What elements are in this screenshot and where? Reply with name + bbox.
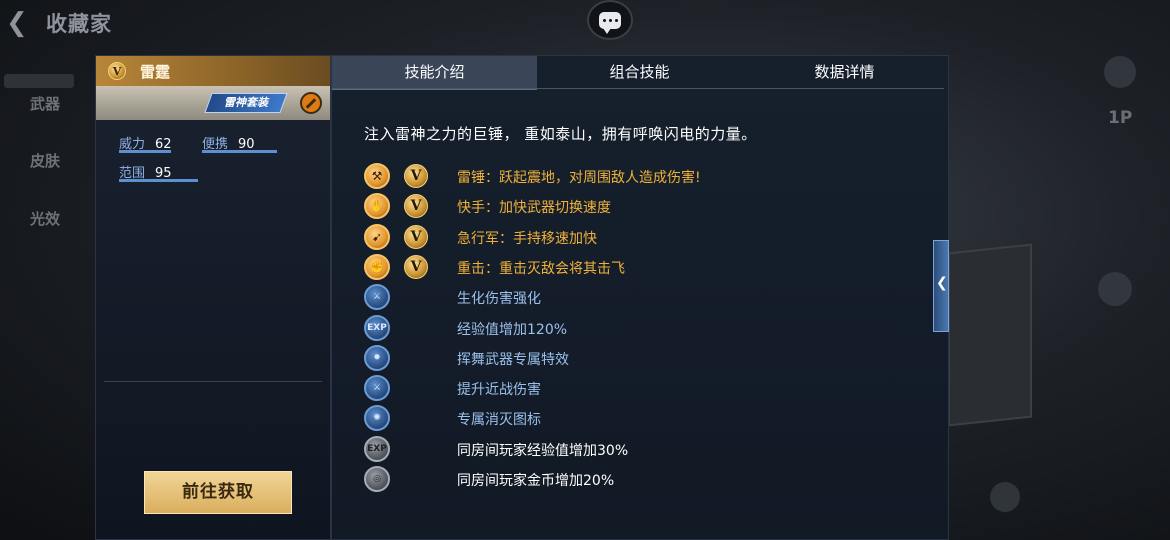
skill-row: ✋ V 快手：加快武器切换速度 bbox=[364, 193, 924, 220]
chevron-left-icon[interactable]: ❮ bbox=[6, 8, 28, 38]
skill-text: 急行军：手持移速加快 bbox=[457, 230, 597, 247]
skill-text: 同房间玩家经验值增加30% bbox=[457, 442, 629, 459]
bio-damage-icon: ⚔ bbox=[364, 284, 390, 311]
item-description: 注入雷神之力的巨锤， 重如泰山，拥有呼唤闪电的力量。 bbox=[364, 125, 757, 143]
stat-power: 威力 62 bbox=[119, 137, 172, 153]
running-icon: ➹ bbox=[364, 223, 390, 250]
room-exp-icon: EXP bbox=[364, 435, 390, 462]
divider bbox=[104, 381, 322, 382]
player-indicator: 1P bbox=[1108, 108, 1133, 128]
page-title: 收藏家 bbox=[46, 12, 112, 36]
vip-badge-icon: V bbox=[108, 62, 126, 80]
tab-skill-intro[interactable]: 技能介绍 bbox=[332, 56, 537, 90]
skill-row: EXP 经验值增加120% bbox=[364, 314, 924, 341]
tab-underline bbox=[332, 88, 944, 89]
skill-text: 经验值增加120% bbox=[457, 321, 568, 338]
kill-icon-icon: ✺ bbox=[364, 405, 390, 432]
skill-text: 重击：重击灭敌会将其击飞 bbox=[457, 260, 625, 277]
vip-badge-icon: V bbox=[404, 254, 428, 279]
item-panel: V 雷霆 雷神套装 威力 62 便携 90 范围 95 前往获取 bbox=[95, 55, 331, 540]
chevron-left-icon: ❮ bbox=[936, 275, 948, 291]
skill-row: ✊ V 重击：重击灭敌会将其击飞 bbox=[364, 253, 924, 280]
background-crate bbox=[948, 243, 1032, 427]
skill-text: 快手：加快武器切换速度 bbox=[457, 200, 611, 217]
stat-range: 范围 95 bbox=[119, 162, 198, 182]
tab-combo-skills[interactable]: 组合技能 bbox=[537, 56, 742, 88]
melee-damage-icon: ⚔ bbox=[364, 375, 390, 402]
skill-row: ⚔ 生化伤害强化 bbox=[364, 284, 924, 311]
skill-row: ➹ V 急行军：手持移速加快 bbox=[364, 223, 924, 250]
rifle-icon bbox=[4, 74, 74, 88]
quick-hand-icon: ✋ bbox=[364, 193, 390, 220]
skill-panel: 技能介绍 组合技能 数据详情 注入雷神之力的巨锤， 重如泰山，拥有呼唤闪电的力量… bbox=[331, 55, 949, 540]
skill-row: EXP 同房间玩家经验值增加30% bbox=[364, 435, 924, 462]
vip-badge-icon: V bbox=[404, 194, 428, 219]
set-tag: 雷神套装 bbox=[204, 93, 288, 113]
heavy-strike-icon: ✊ bbox=[364, 253, 390, 280]
skill-text: 提升近战伤害 bbox=[457, 382, 541, 399]
skill-row: ✸ 挥舞武器专属特效 bbox=[364, 344, 924, 371]
vip-badge-icon: V bbox=[404, 224, 428, 249]
skill-text: 生化伤害强化 bbox=[457, 291, 541, 308]
side-menu-skins[interactable]: 皮肤 bbox=[30, 150, 60, 171]
item-set-banner: 雷神套装 bbox=[96, 86, 330, 120]
stat-portability: 便携 90 bbox=[202, 133, 277, 153]
vip-badge-icon: V bbox=[404, 164, 428, 188]
skill-text: 同房间玩家金币增加20% bbox=[457, 473, 615, 489]
item-header: V 雷霆 bbox=[96, 56, 330, 86]
tab-bar: 技能介绍 组合技能 数据详情 bbox=[332, 56, 948, 90]
settings-icon[interactable] bbox=[1104, 56, 1136, 88]
get-item-button[interactable]: 前往获取 bbox=[144, 471, 292, 514]
exp-icon: EXP bbox=[364, 314, 390, 341]
skill-row: ⚒ V 雷锤：跃起震地，对周围敌人造成伤害! bbox=[364, 163, 924, 189]
side-menu-effects[interactable]: 光效 bbox=[30, 208, 60, 229]
room-coin-icon: ◎ bbox=[364, 466, 390, 492]
skill-text: 挥舞武器专属特效 bbox=[457, 351, 569, 368]
swap-icon[interactable] bbox=[990, 482, 1020, 512]
chat-button[interactable] bbox=[587, 0, 633, 40]
skill-text: 雷锤：跃起震地，对周围敌人造成伤害! bbox=[457, 170, 701, 186]
collapse-panel-button[interactable]: ❮ bbox=[933, 240, 949, 332]
hammer-icon: ⚒ bbox=[364, 163, 390, 189]
attack-icon[interactable] bbox=[1098, 272, 1132, 306]
swing-effect-icon: ✸ bbox=[364, 344, 390, 371]
tab-data-details[interactable]: 数据详情 bbox=[742, 56, 947, 88]
skill-row: ✺ 专属消灭图标 bbox=[364, 405, 924, 432]
side-menu-weapons[interactable]: 武器 bbox=[30, 93, 60, 114]
forbidden-icon bbox=[300, 92, 322, 114]
skill-text: 专属消灭图标 bbox=[457, 412, 541, 429]
chat-bubble-icon bbox=[599, 11, 621, 34]
skill-row: ◎ 同房间玩家金币增加20% bbox=[364, 466, 924, 492]
skill-row: ⚔ 提升近战伤害 bbox=[364, 375, 924, 402]
item-name: 雷霆 bbox=[140, 63, 171, 81]
top-bar: ❮ 收藏家 bbox=[0, 0, 1170, 44]
